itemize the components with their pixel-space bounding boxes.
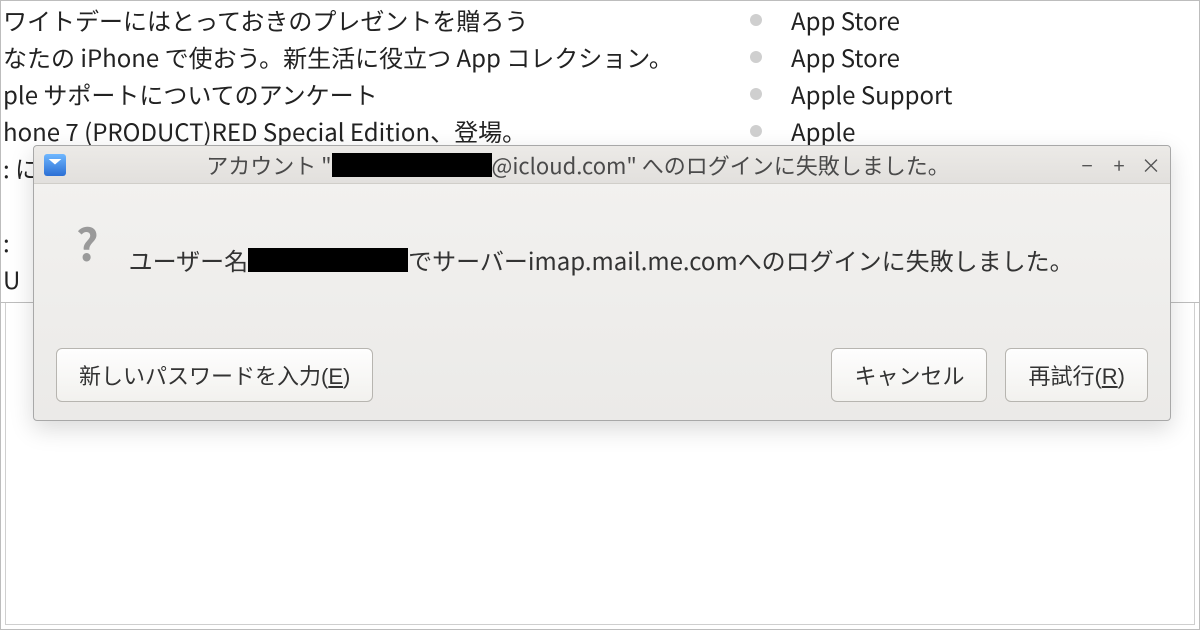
maximize-icon[interactable]: + (1110, 150, 1128, 179)
msg-suffix: へのログインに失敗しました。 (738, 242, 1074, 277)
dialog-title-prefix: アカウント " (206, 149, 331, 181)
cancel-button[interactable]: キャンセル (831, 348, 987, 402)
dialog-title-suffix: @icloud.com" へのログインに失敗しました。 (492, 149, 950, 181)
msg-prefix: ユーザー名 (129, 242, 249, 277)
minimize-icon[interactable]: − (1078, 150, 1096, 179)
retry-button[interactable]: 再試行(R) (1005, 348, 1148, 402)
btn-label: キャンセル (854, 364, 964, 389)
dialog-title: アカウント " @icloud.com" へのログインに失敗しました。 (78, 149, 1078, 181)
mail-row[interactable]: ワイトデーにはとっておきのプレゼントを贈ろう App Store (1, 1, 1199, 38)
spacer (373, 348, 831, 402)
msg-server: imap.mail.me.com (528, 242, 738, 277)
mail-row[interactable]: なたの iPhone で使おう。新生活に役立つ App コレクション。 App … (1, 38, 1199, 75)
mail-sender: Apple (791, 113, 1199, 148)
btn-label-close: ) (343, 364, 350, 389)
redacted-username (248, 248, 408, 272)
mail-subject: ple サポートについてのアンケート (1, 76, 721, 111)
thunderbird-icon (44, 154, 66, 176)
enter-new-password-button[interactable]: 新しいパスワードを入力(E) (56, 348, 373, 402)
app-viewport: ワイトデーにはとっておきのプレゼントを贈ろう App Store なたの iPh… (0, 0, 1200, 630)
unread-dot-icon (721, 14, 791, 26)
dialog-body: ? ユーザー名 でサーバー imap.mail.me.com へのログインに失敗… (34, 184, 1170, 287)
redacted-account (332, 153, 492, 177)
unread-dot-icon (721, 125, 791, 137)
mail-subject: ワイトデーにはとっておきのプレゼントを贈ろう (1, 2, 721, 37)
mail-sender: App Store (791, 2, 1199, 37)
mail-row[interactable]: ple サポートについてのアンケート Apple Support (1, 75, 1199, 112)
question-icon: ? (76, 210, 99, 274)
btn-label-close: ) (1118, 364, 1125, 389)
btn-label: 再試行( (1028, 364, 1101, 389)
dialog-buttons: 新しいパスワードを入力(E) キャンセル 再試行(R) (34, 348, 1170, 402)
btn-accel: E (328, 364, 343, 389)
unread-dot-icon (721, 88, 791, 100)
unread-dot-icon (721, 51, 791, 63)
mail-row[interactable]: hone 7 (PRODUCT)RED Special Edition、登場。 … (1, 112, 1199, 149)
close-icon[interactable]: × (1142, 150, 1160, 179)
mail-sender: Apple Support (791, 76, 1199, 111)
dialog-message: ユーザー名 でサーバー imap.mail.me.com へのログインに失敗しま… (129, 242, 1074, 277)
mail-sender: App Store (791, 39, 1199, 74)
login-failed-dialog: アカウント " @icloud.com" へのログインに失敗しました。 − + ×… (33, 145, 1171, 421)
dialog-titlebar[interactable]: アカウント " @icloud.com" へのログインに失敗しました。 − + × (34, 146, 1170, 184)
mail-subject: hone 7 (PRODUCT)RED Special Edition、登場。 (1, 113, 721, 148)
btn-label: 新しいパスワードを入力( (79, 364, 328, 389)
window-controls: − + × (1078, 150, 1160, 179)
msg-middle: でサーバー (408, 242, 528, 277)
btn-accel: R (1102, 364, 1118, 389)
mail-subject: なたの iPhone で使おう。新生活に役立つ App コレクション。 (1, 39, 721, 74)
